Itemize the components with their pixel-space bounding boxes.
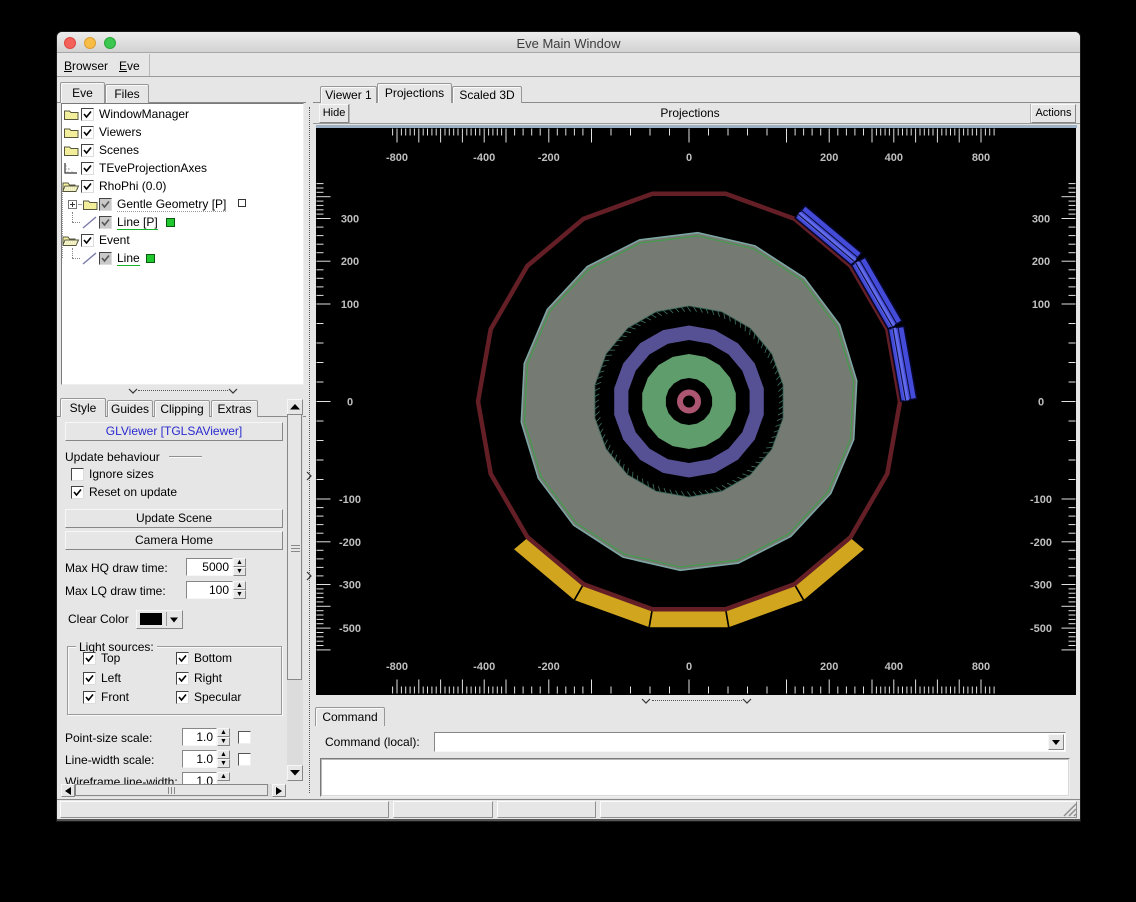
svg-text:200: 200 xyxy=(1032,256,1050,268)
svg-text:-500: -500 xyxy=(1030,623,1052,635)
svg-text:100: 100 xyxy=(341,299,359,311)
svg-text:-300: -300 xyxy=(339,580,361,592)
svg-text:800: 800 xyxy=(972,152,990,164)
svg-text:-800: -800 xyxy=(386,152,408,164)
svg-text:-800: -800 xyxy=(386,661,408,673)
svg-text:-200: -200 xyxy=(538,152,560,164)
svg-text:800: 800 xyxy=(972,661,990,673)
svg-text:-500: -500 xyxy=(339,623,361,635)
svg-text:0: 0 xyxy=(1038,397,1044,409)
svg-text:200: 200 xyxy=(820,152,838,164)
svg-text:200: 200 xyxy=(341,256,359,268)
svg-text:-200: -200 xyxy=(538,661,560,673)
svg-text:0: 0 xyxy=(686,152,692,164)
svg-text:-200: -200 xyxy=(1030,537,1052,549)
svg-text:-300: -300 xyxy=(1030,580,1052,592)
svg-text:300: 300 xyxy=(341,214,359,226)
svg-text:0: 0 xyxy=(347,397,353,409)
svg-text:200: 200 xyxy=(820,661,838,673)
svg-text:400: 400 xyxy=(885,152,903,164)
svg-text:0: 0 xyxy=(686,661,692,673)
svg-text:400: 400 xyxy=(885,661,903,673)
svg-text:300: 300 xyxy=(1032,214,1050,226)
svg-text:-100: -100 xyxy=(1030,494,1052,506)
svg-text:-100: -100 xyxy=(339,494,361,506)
svg-text:-200: -200 xyxy=(339,537,361,549)
svg-text:100: 100 xyxy=(1032,299,1050,311)
svg-text:-400: -400 xyxy=(473,152,495,164)
svg-text:-400: -400 xyxy=(473,661,495,673)
